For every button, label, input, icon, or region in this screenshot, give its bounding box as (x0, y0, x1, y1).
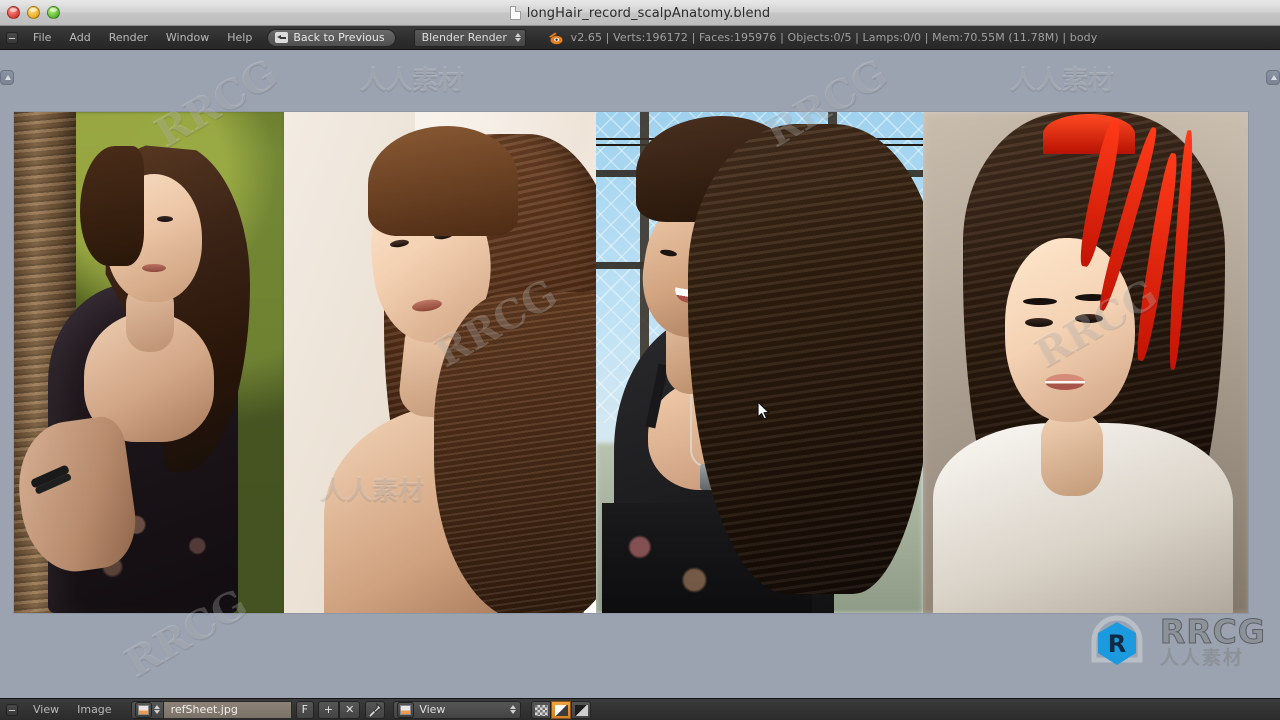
rrcg-wordmark: RRCG 人人素材 (1159, 611, 1266, 669)
reference-photo-4 (923, 112, 1248, 613)
image-editor-region[interactable]: RRCG 人人素材 RRCG 人人素材 RRCG RRCG 人人素材 RRCG … (0, 50, 1280, 698)
image-view-mode-label: View (419, 703, 446, 716)
gradient-icon (575, 704, 589, 716)
window-title: longHair_record_scalpAnatomy.blend (0, 0, 1280, 26)
watermark-tile: 人人素材 (360, 66, 465, 96)
image-view-mode-dropdown[interactable]: View (393, 700, 522, 719)
back-to-previous-button[interactable]: Back to Previous (267, 28, 396, 47)
fake-user-button[interactable]: F (295, 700, 314, 719)
alpha-over-toggle[interactable] (551, 700, 572, 719)
rrcg-logo-icon: R (1084, 608, 1150, 674)
scene-statistics: v2.65 | Verts:196172 | Faces:195976 | Ob… (570, 31, 1098, 44)
back-arrow-icon (275, 32, 289, 43)
image-view-icon (397, 701, 415, 718)
window-title-bar: longHair_record_scalpAnatomy.blend (0, 0, 1280, 26)
browse-image-icon (134, 701, 152, 718)
chevron-updown-icon (153, 705, 160, 714)
reference-photo-1 (14, 112, 284, 613)
close-button[interactable] (7, 6, 20, 19)
image-editor-menu-image[interactable]: Image (68, 700, 120, 719)
watermark-tile: 人人素材 (1010, 66, 1115, 96)
blender-logo-icon (548, 31, 563, 45)
info-header: File Add Render Window Help Back to Prev… (0, 26, 1280, 50)
image-name-field[interactable]: refSheet.jpg (163, 700, 292, 719)
chevron-updown-icon (514, 33, 521, 42)
editor-type-selector-icon[interactable] (6, 703, 18, 716)
unlink-image-button[interactable]: ✕ (339, 700, 361, 719)
checker-icon (535, 704, 549, 716)
editor-type-icon[interactable] (6, 31, 18, 44)
menu-window[interactable]: Window (157, 28, 218, 47)
rrcg-brand-text: RRCG (1159, 611, 1266, 651)
zoom-button[interactable] (47, 6, 60, 19)
image-editor-menu-view[interactable]: View (24, 700, 68, 719)
document-icon (509, 6, 521, 20)
menu-file[interactable]: File (24, 28, 60, 47)
svg-text:R: R (1108, 630, 1126, 658)
menu-render[interactable]: Render (100, 28, 157, 47)
display-channel-toggles (531, 700, 592, 719)
image-editor-header: View Image refSheet.jpg F + ✕ View (0, 698, 1280, 720)
window-controls (0, 6, 60, 19)
chevron-updown-icon (510, 705, 517, 714)
back-to-previous-label: Back to Previous (293, 31, 385, 44)
render-engine-dropdown[interactable]: Blender Render (413, 28, 526, 47)
triangle-split-icon (555, 704, 569, 716)
window-title-text: longHair_record_scalpAnatomy.blend (526, 5, 771, 21)
minimize-button[interactable] (27, 6, 40, 19)
expand-left-region-handle[interactable] (0, 70, 14, 85)
reference-sheet-image[interactable] (14, 112, 1248, 613)
reference-photo-2 (284, 112, 596, 613)
browse-image-button[interactable] (130, 700, 164, 719)
mouse-cursor (757, 401, 770, 420)
new-image-button[interactable]: + (317, 700, 340, 719)
zbuffer-toggle[interactable] (571, 700, 592, 719)
blender-window: longHair_record_scalpAnatomy.blend File … (0, 0, 1280, 720)
expand-right-region-handle[interactable] (1266, 70, 1280, 85)
menu-add[interactable]: Add (60, 28, 99, 47)
pin-icon[interactable] (365, 700, 386, 719)
menu-help[interactable]: Help (218, 28, 261, 47)
reference-photo-3 (596, 112, 923, 613)
rrcg-brand-cn-text: 人人素材 (1159, 646, 1244, 669)
rrcg-brand-badge: R RRCG 人人素材 (1084, 608, 1266, 674)
render-engine-label: Blender Render (421, 31, 507, 44)
alpha-channel-toggle[interactable] (531, 700, 552, 719)
